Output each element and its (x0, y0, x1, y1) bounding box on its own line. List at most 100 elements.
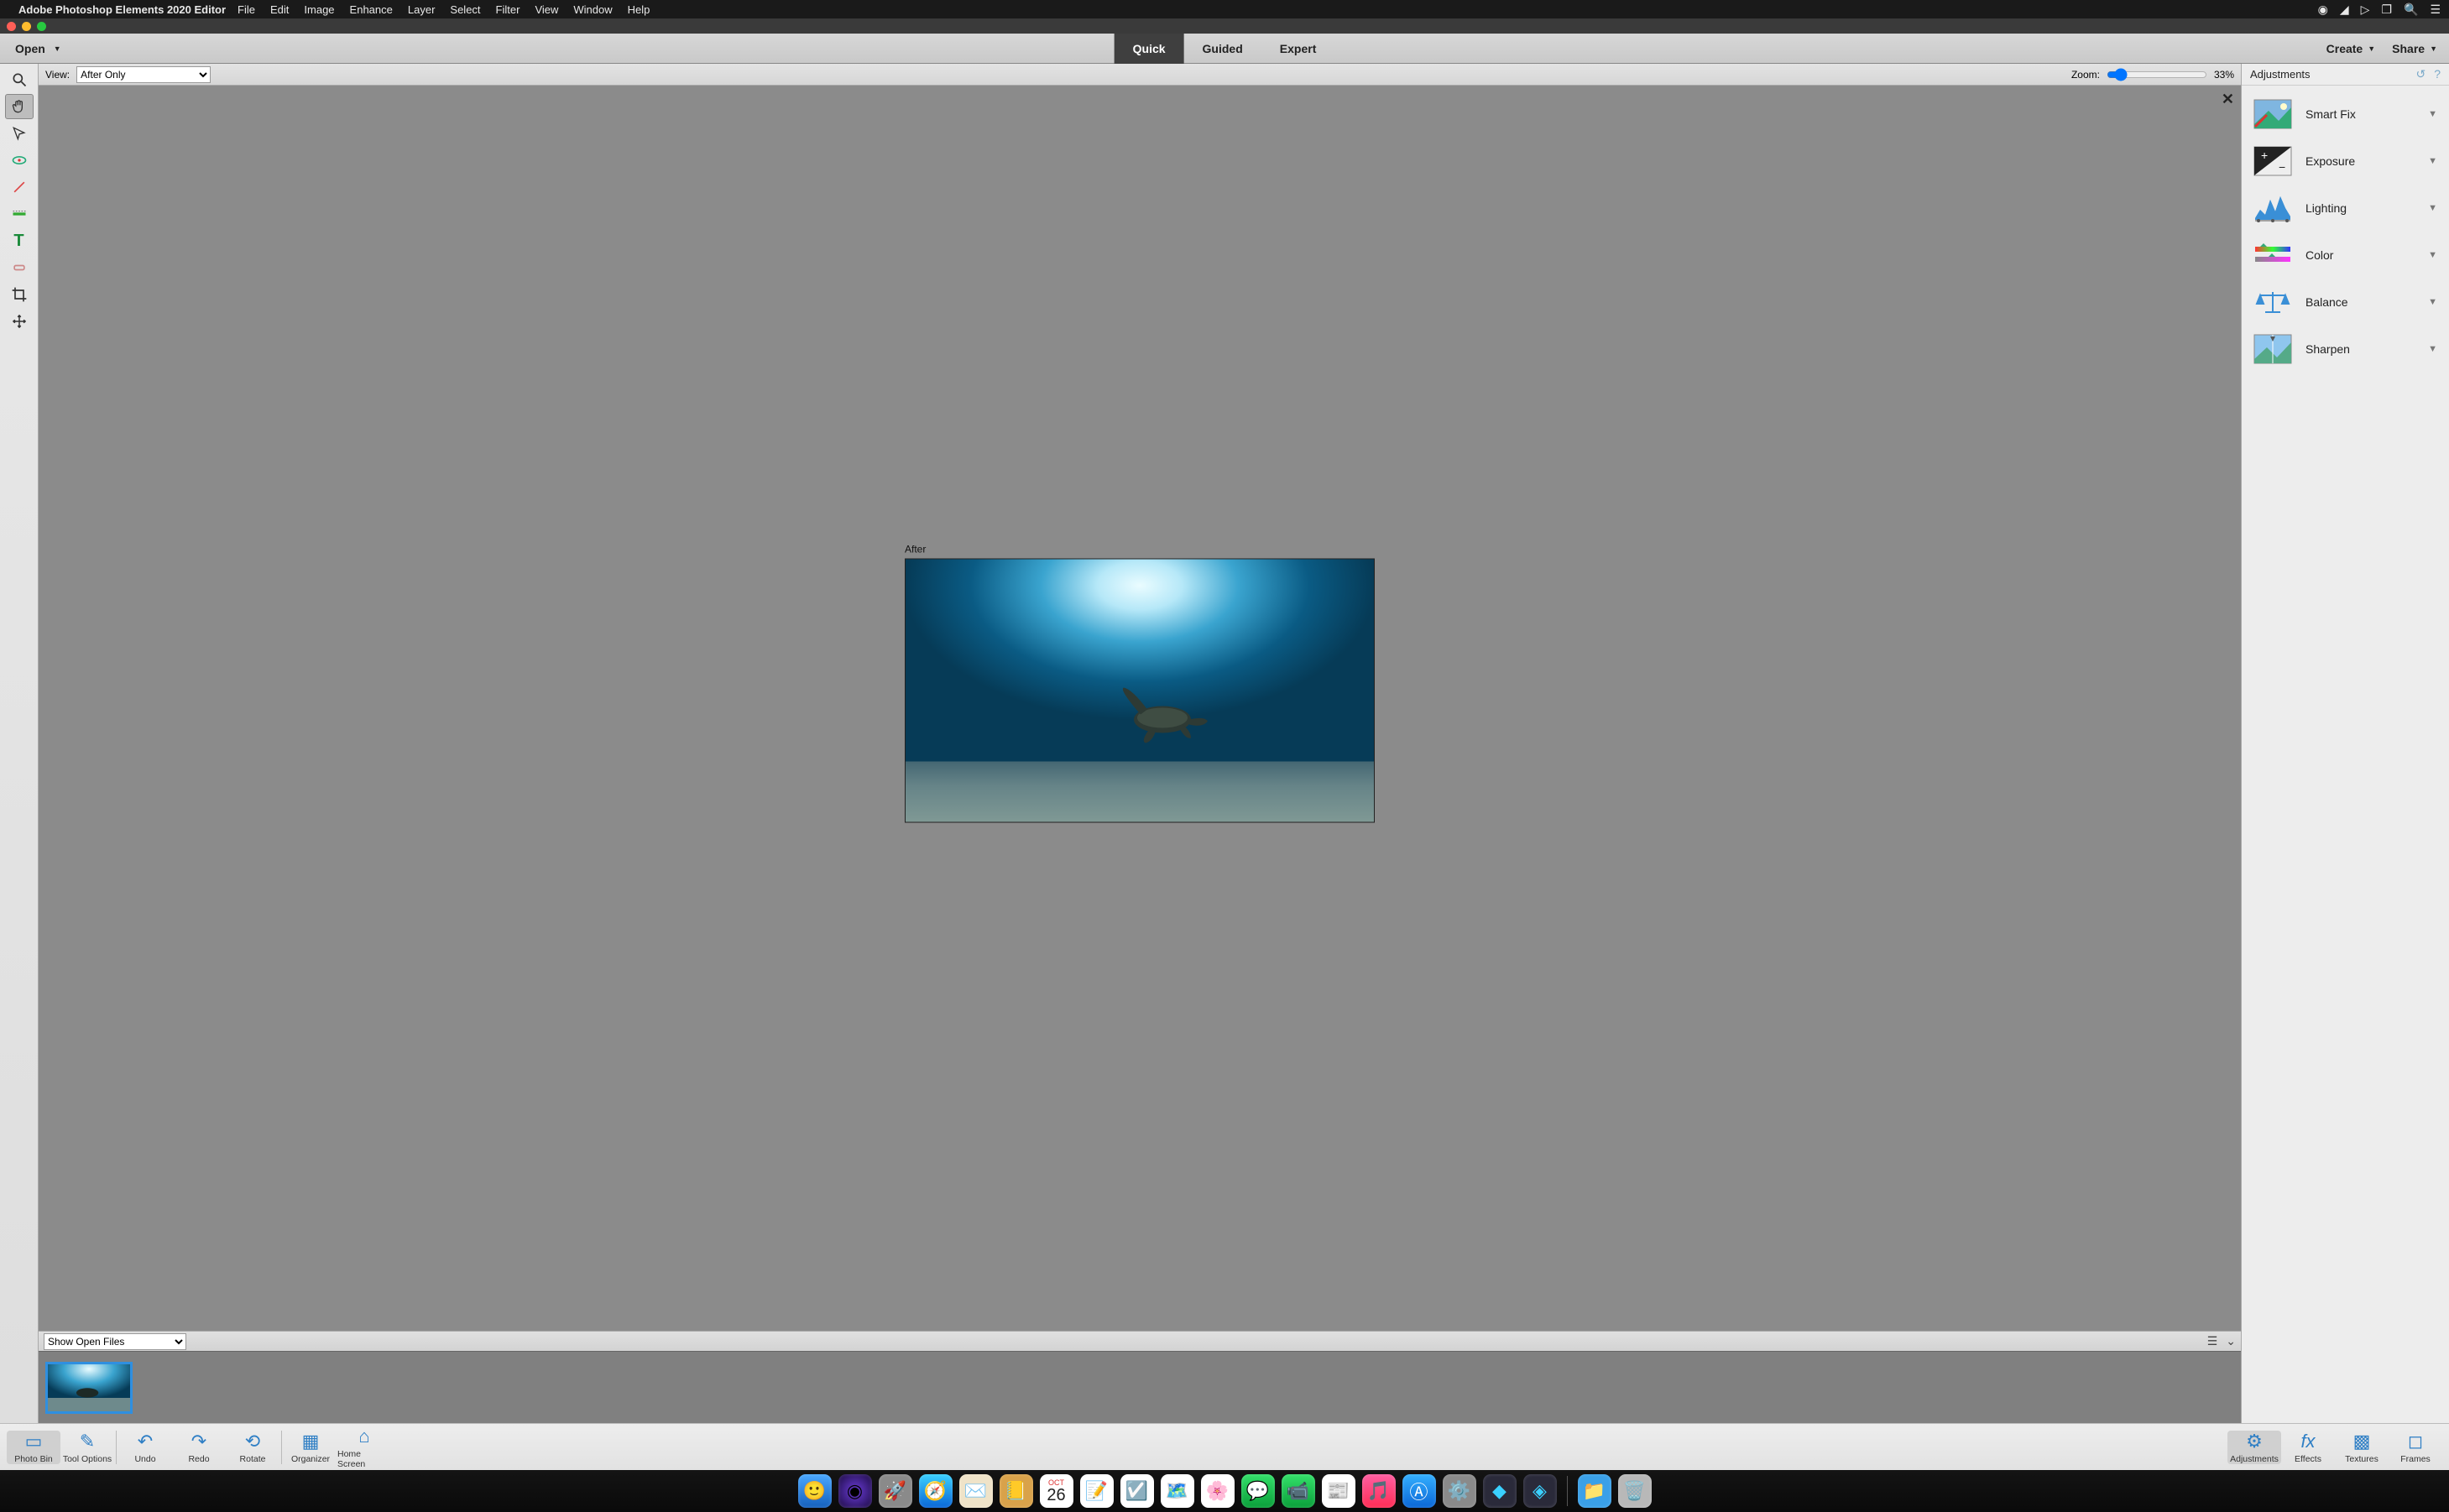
dock-photos[interactable]: 🌸 (1201, 1474, 1235, 1508)
chevron-down-icon[interactable]: ⌄ (2226, 1334, 2236, 1348)
adjustment-color[interactable]: Color ▼ (2245, 232, 2446, 279)
menubar-status-icons: ◉ ◢ ▷ ❐ 🔍 ☰ (2318, 3, 2441, 17)
spotlight-icon[interactable]: 🔍 (2404, 3, 2418, 17)
adjustment-sharpen[interactable]: Sharpen ▼ (2245, 326, 2446, 373)
mode-tab-expert[interactable]: Expert (1261, 34, 1335, 64)
menu-edit[interactable]: Edit (270, 3, 289, 16)
calendar-day: 26 (1047, 1487, 1065, 1504)
bottombar-photobin[interactable]: ▭Photo Bin (7, 1431, 60, 1464)
dock-mail[interactable]: ✉️ (959, 1474, 993, 1508)
dock-pse-organizer[interactable]: ◆ (1483, 1474, 1517, 1508)
menu-layer[interactable]: Layer (408, 3, 436, 16)
bottombar-redo[interactable]: ↷Redo (172, 1431, 226, 1464)
adjustment-smartfix[interactable]: Smart Fix ▼ (2245, 91, 2446, 138)
dock-music[interactable]: 🎵 (1362, 1474, 1396, 1508)
menu-select[interactable]: Select (450, 3, 480, 16)
help-icon[interactable]: ? (2434, 67, 2441, 81)
create-menu-button[interactable]: Create▼ (2326, 42, 2376, 55)
reset-icon[interactable]: ↺ (2415, 67, 2426, 81)
zoom-slider[interactable] (2107, 68, 2207, 81)
bottombar-effects[interactable]: fxEffects (2281, 1431, 2335, 1464)
rotate-label: Rotate (240, 1454, 266, 1464)
close-document-button[interactable]: ✕ (2222, 91, 2234, 108)
photobin-thumbnail[interactable] (45, 1362, 133, 1414)
view-mode-select[interactable]: After Only (76, 66, 211, 83)
dock-launchpad[interactable]: 🚀 (879, 1474, 912, 1508)
redo-icon: ↷ (191, 1431, 206, 1452)
menu-view[interactable]: View (535, 3, 558, 16)
adjustment-exposure[interactable]: +− Exposure ▼ (2245, 138, 2446, 185)
menu-window[interactable]: Window (573, 3, 612, 16)
dock-downloads[interactable]: 📁 (1578, 1474, 1611, 1508)
zoom-tool[interactable] (5, 67, 34, 92)
dock-maps[interactable]: 🗺️ (1161, 1474, 1194, 1508)
adjustment-lighting[interactable]: Lighting ▼ (2245, 185, 2446, 232)
bottombar-organizer[interactable]: ▦Organizer (284, 1431, 337, 1464)
dock-facetime[interactable]: 📹 (1282, 1474, 1315, 1508)
window-minimize-button[interactable] (22, 22, 31, 31)
menu-help[interactable]: Help (628, 3, 650, 16)
control-center-icon[interactable]: ☰ (2430, 3, 2441, 17)
dock-safari[interactable]: 🧭 (919, 1474, 953, 1508)
displays-icon[interactable]: ❐ (2381, 3, 2392, 17)
mode-guided-label: Guided (1203, 42, 1243, 55)
bottombar-undo[interactable]: ↶Undo (118, 1431, 172, 1464)
separator (116, 1431, 117, 1464)
hand-tool[interactable] (5, 94, 34, 119)
bottombar-textures[interactable]: ▩Textures (2335, 1431, 2389, 1464)
photobin-select[interactable]: Show Open Files (44, 1333, 186, 1350)
dock-messages[interactable]: 💬 (1241, 1474, 1275, 1508)
menu-filter[interactable]: Filter (496, 3, 520, 16)
list-view-icon[interactable]: ☰ (2207, 1334, 2218, 1348)
text-tool[interactable]: T (5, 228, 34, 253)
bottombar-frames[interactable]: ◻Frames (2389, 1431, 2442, 1464)
dock-contacts[interactable]: 📒 (1000, 1474, 1033, 1508)
adjustment-balance[interactable]: Balance ▼ (2245, 279, 2446, 326)
dock-settings[interactable]: ⚙️ (1443, 1474, 1476, 1508)
frames-label: Frames (2400, 1454, 2431, 1464)
menu-enhance[interactable]: Enhance (350, 3, 393, 16)
dock-siri[interactable]: ◉ (838, 1474, 872, 1508)
bottombar-adjustments[interactable]: ⚙Adjustments (2227, 1431, 2281, 1464)
zoom-controls: Zoom: 33% (2071, 68, 2234, 81)
photobin-icon: ▭ (25, 1431, 43, 1452)
red-eye-tool[interactable] (5, 148, 34, 173)
chevron-down-icon: ▼ (2428, 250, 2437, 260)
dock-pse-editor[interactable]: ◈ (1523, 1474, 1557, 1508)
creative-cloud-icon[interactable]: ◉ (2318, 3, 2328, 17)
open-menu-button[interactable]: Open ▼ (0, 34, 76, 63)
balance-label: Balance (2305, 295, 2415, 309)
move-tool[interactable] (5, 309, 34, 334)
dock-appstore[interactable]: Ⓐ (1402, 1474, 1436, 1508)
spot-heal-tool[interactable] (5, 255, 34, 280)
thumbnail-turtle-icon (48, 1364, 130, 1413)
bottombar-tooloptions[interactable]: ✎Tool Options (60, 1431, 114, 1464)
dock-trash[interactable]: 🗑️ (1618, 1474, 1652, 1508)
mode-tab-quick[interactable]: Quick (1115, 34, 1184, 64)
window-zoom-button[interactable] (37, 22, 46, 31)
dock-reminders[interactable]: ☑️ (1120, 1474, 1154, 1508)
window-close-button[interactable] (7, 22, 16, 31)
mode-tab-guided[interactable]: Guided (1184, 34, 1261, 64)
dock-notes[interactable]: 📝 (1080, 1474, 1114, 1508)
whiten-teeth-tool[interactable] (5, 175, 34, 200)
crop-tool[interactable] (5, 282, 34, 307)
quick-select-tool[interactable] (5, 121, 34, 146)
share-menu-button[interactable]: Share▼ (2392, 42, 2437, 55)
menu-file[interactable]: File (238, 3, 255, 16)
menu-image[interactable]: Image (304, 3, 334, 16)
dock-calendar[interactable]: OCT26 (1040, 1474, 1073, 1508)
canvas-area[interactable]: ✕ After (39, 86, 2241, 1331)
adjustments-panel-header: Adjustments ↺ ? (2242, 64, 2449, 86)
app-name-label[interactable]: Adobe Photoshop Elements 2020 Editor (18, 3, 226, 16)
straighten-tool[interactable] (5, 201, 34, 227)
bottombar-rotate[interactable]: ⟲Rotate (226, 1431, 279, 1464)
notifications-icon[interactable]: ◢ (2340, 3, 2349, 17)
bottombar-homescreen[interactable]: ⌂Home Screen (337, 1426, 391, 1469)
chevron-down-icon: ▼ (2430, 44, 2437, 53)
dock-finder[interactable]: 🙂 (798, 1474, 832, 1508)
adjustments-list: Smart Fix ▼ +− Exposure ▼ Lighting ▼ Col… (2242, 86, 2449, 378)
airplay-icon[interactable]: ▷ (2361, 3, 2370, 17)
dock-news[interactable]: 📰 (1322, 1474, 1355, 1508)
document-image[interactable] (905, 559, 1375, 823)
